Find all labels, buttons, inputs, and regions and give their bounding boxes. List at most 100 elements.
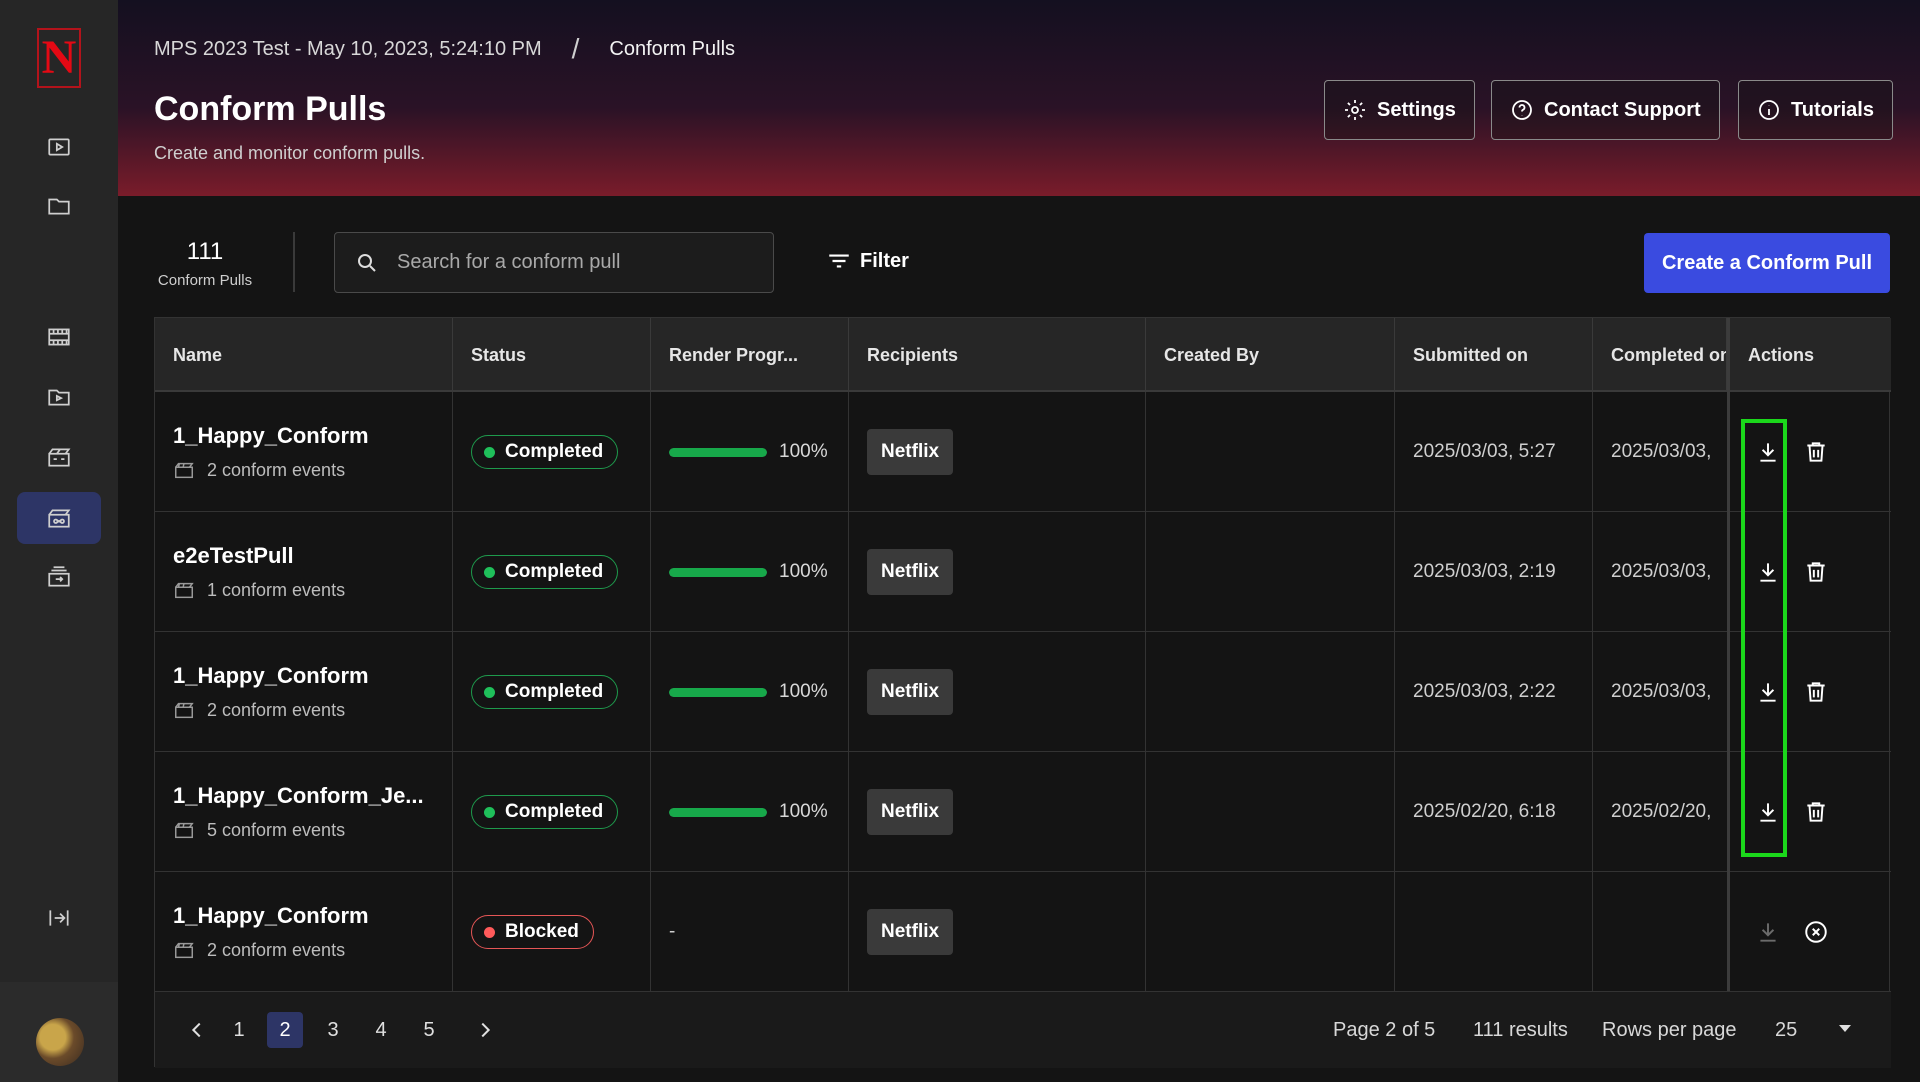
- page-5-button[interactable]: 5: [411, 1012, 447, 1048]
- recipient-chip: Netflix: [867, 669, 954, 715]
- next-page-button[interactable]: [467, 1012, 503, 1048]
- delete-button[interactable]: [1802, 678, 1830, 706]
- table-row[interactable]: 1_Happy_Conform 2 conform events Complet…: [155, 392, 1891, 512]
- name-cell: 1_Happy_Conform 2 conform events: [155, 392, 453, 512]
- progress-bar: [669, 807, 767, 817]
- breadcrumb: MPS 2023 Test - May 10, 2023, 5:24:10 PM…: [154, 33, 735, 65]
- breadcrumb-parent[interactable]: MPS 2023 Test - May 10, 2023, 5:24:10 PM: [154, 38, 542, 61]
- column-header-render-progress[interactable]: Render Progr...: [651, 318, 849, 392]
- pull-name[interactable]: 1_Happy_Conform: [173, 423, 369, 449]
- submitted-on-cell: [1395, 872, 1593, 992]
- column-header-created-by[interactable]: Created By: [1146, 318, 1395, 392]
- create-conform-pull-button[interactable]: Create a Conform Pull: [1644, 233, 1890, 293]
- created-by-cell: [1146, 872, 1395, 992]
- page-3-button[interactable]: 3: [315, 1012, 351, 1048]
- trash-icon: [1807, 802, 1825, 822]
- pull-name[interactable]: 1_Happy_Conform_Je...: [173, 783, 424, 809]
- sidebar-item-media-folder[interactable]: [17, 371, 101, 423]
- recipient-chip: Netflix: [867, 549, 954, 595]
- conform-events-count: 5 conform events: [207, 819, 346, 840]
- collapse-sidebar-button[interactable]: [17, 892, 101, 944]
- contact-support-button[interactable]: Contact Support: [1491, 80, 1720, 140]
- table-row[interactable]: 1_Happy_Conform 2 conform events Complet…: [155, 632, 1891, 752]
- table-row[interactable]: 1_Happy_Conform 2 conform events Blocked…: [155, 872, 1891, 992]
- previous-page-button[interactable]: [179, 1012, 215, 1048]
- status-dot: [484, 926, 495, 938]
- status-label: Completed: [505, 801, 604, 822]
- pagination: 1 2 3 4 5 Page 2 of 5 111 results Rows p…: [155, 991, 1891, 1068]
- column-header-completed-on[interactable]: Completed on: [1593, 318, 1727, 392]
- delete-button[interactable]: [1802, 798, 1830, 826]
- status-cell: Blocked: [453, 872, 651, 992]
- cancel-button[interactable]: [1802, 918, 1830, 946]
- delete-button[interactable]: [1802, 438, 1830, 466]
- column-header-name[interactable]: Name: [155, 318, 453, 392]
- chevron-down-icon[interactable]: [1839, 1025, 1851, 1032]
- completed-on-cell: 2025/02/20,: [1593, 752, 1727, 872]
- name-cell: e2eTestPull 1 conform events: [155, 512, 453, 632]
- clapperboard-icon: [175, 462, 194, 479]
- completed-date: 2025/03/03,: [1611, 681, 1712, 702]
- status-cell: Completed: [453, 512, 651, 632]
- settings-button[interactable]: Settings: [1324, 80, 1475, 140]
- status-label: Blocked: [505, 921, 579, 942]
- sidebar-item-media[interactable]: [17, 121, 101, 173]
- toolbar-divider: [293, 232, 295, 292]
- netflix-logo[interactable]: N: [37, 28, 81, 88]
- recipient-chip: Netflix: [867, 789, 954, 835]
- recipients-cell: Netflix: [849, 632, 1146, 752]
- conform-events: 1 conform events: [173, 579, 345, 601]
- sidebar-item-conform-pulls[interactable]: [17, 492, 101, 544]
- sidebar-item-film[interactable]: [17, 311, 101, 363]
- pull-name[interactable]: 1_Happy_Conform: [173, 663, 369, 689]
- actions-column-divider: [1727, 318, 1730, 991]
- filter-button[interactable]: Filter: [826, 248, 909, 274]
- page-4-button[interactable]: 4: [363, 1012, 399, 1048]
- completed-on-cell: 2025/03/03,: [1593, 392, 1727, 512]
- rows-per-page-select[interactable]: 25: [1775, 1019, 1797, 1042]
- info-circle-icon: [1759, 100, 1779, 120]
- sidebar-item-clapper[interactable]: [17, 431, 101, 483]
- page-subtitle: Create and monitor conform pulls.: [154, 143, 426, 163]
- table-row[interactable]: 1_Happy_Conform_Je... 5 conform events C…: [155, 752, 1891, 872]
- status-badge: Blocked: [471, 915, 594, 949]
- tutorials-button[interactable]: Tutorials: [1738, 80, 1893, 140]
- column-header-recipients[interactable]: Recipients: [849, 318, 1146, 392]
- conform-events: 2 conform events: [173, 459, 369, 481]
- clapperboard-icon: [175, 822, 194, 839]
- column-header-status[interactable]: Status: [453, 318, 651, 392]
- submitted-on-cell: 2025/03/03, 5:27: [1395, 392, 1593, 512]
- settings-label: Settings: [1377, 98, 1456, 121]
- avatar[interactable]: [36, 1018, 84, 1066]
- render-progress-cell: 100%: [651, 392, 849, 512]
- recipient-chip: Netflix: [867, 429, 954, 475]
- render-progress-cell: 100%: [651, 752, 849, 872]
- status-badge: Completed: [471, 555, 619, 589]
- play-screen-icon: [48, 138, 70, 156]
- clapperboard-icon: [175, 582, 194, 599]
- filter-lines-icon: [829, 254, 849, 268]
- column-header-submitted-on[interactable]: Submitted on: [1395, 318, 1593, 392]
- status-label: Completed: [505, 681, 604, 702]
- search-box[interactable]: [334, 232, 774, 293]
- table-row[interactable]: e2eTestPull 1 conform events Completed 1…: [155, 512, 1891, 632]
- gear-icon: [1345, 100, 1365, 120]
- submitted-date: 2025/02/20, 6:18: [1413, 801, 1556, 822]
- delete-button[interactable]: [1802, 558, 1830, 586]
- sidebar-item-folders[interactable]: [17, 180, 101, 232]
- name-cell: 1_Happy_Conform 2 conform events: [155, 872, 453, 992]
- conform-events-count: 2 conform events: [207, 699, 346, 720]
- recipients-cell: Netflix: [849, 512, 1146, 632]
- download-button-disabled: [1754, 918, 1782, 946]
- pull-name[interactable]: 1_Happy_Conform: [173, 903, 369, 929]
- sidebar-item-deliveries[interactable]: [17, 551, 101, 603]
- sidebar: N: [0, 0, 118, 1082]
- submitted-on-cell: 2025/02/20, 6:18: [1395, 752, 1593, 872]
- search-input[interactable]: [397, 251, 757, 274]
- status-cell: Completed: [453, 392, 651, 512]
- status-label: Completed: [505, 441, 604, 462]
- page-1-button[interactable]: 1: [221, 1012, 257, 1048]
- breadcrumb-separator: /: [571, 33, 580, 64]
- page-2-button[interactable]: 2: [267, 1012, 303, 1048]
- pull-name[interactable]: e2eTestPull: [173, 543, 345, 569]
